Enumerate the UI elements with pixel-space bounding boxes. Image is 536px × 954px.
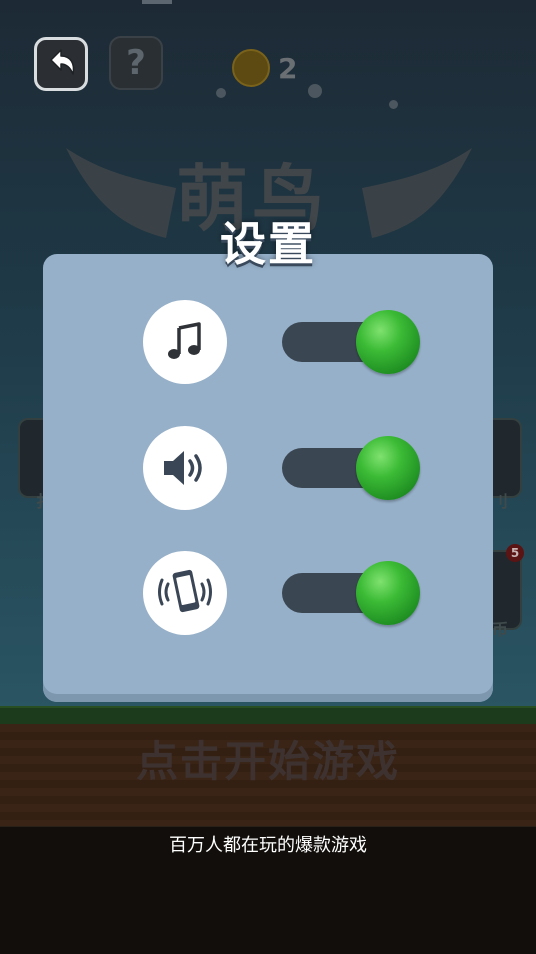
decor-dot xyxy=(308,84,322,98)
notification-badge: 5 xyxy=(506,544,524,562)
back-arrow-icon xyxy=(50,49,75,75)
coin-count: 2 xyxy=(278,51,298,85)
side-menu-right-bottom-label: 币 xyxy=(492,620,509,639)
ad-banner-slogan: 百万人都在玩的爆款游戏 xyxy=(169,835,367,856)
setting-row-music xyxy=(43,300,493,384)
vibration-icon-circle xyxy=(143,551,227,635)
music-note-icon xyxy=(168,322,201,359)
decor-dot xyxy=(389,100,398,109)
music-toggle-knob[interactable] xyxy=(356,310,420,374)
help-button[interactable]: ? xyxy=(109,36,163,90)
vibration-toggle-knob[interactable] xyxy=(356,561,420,625)
music-icon-circle xyxy=(143,300,227,384)
back-button[interactable] xyxy=(34,37,88,91)
help-question-icon: ? xyxy=(126,43,146,83)
setting-row-sound xyxy=(43,426,493,510)
settings-panel xyxy=(43,254,493,702)
settings-title: 设置 xyxy=(220,217,316,271)
coin-counter: 2 xyxy=(232,48,297,88)
top-indicator xyxy=(142,0,172,4)
side-menu-right-top-label: 刂 xyxy=(492,492,509,511)
phone-vibrate-icon xyxy=(158,569,212,613)
decor-dot xyxy=(216,88,226,98)
setting-row-vibration xyxy=(43,551,493,635)
speaker-icon xyxy=(164,451,202,485)
sound-toggle-knob[interactable] xyxy=(356,436,420,500)
sound-icon-circle xyxy=(143,426,227,510)
coin-icon xyxy=(232,49,270,87)
start-game-prompt[interactable]: 点击开始游戏 xyxy=(0,728,536,789)
